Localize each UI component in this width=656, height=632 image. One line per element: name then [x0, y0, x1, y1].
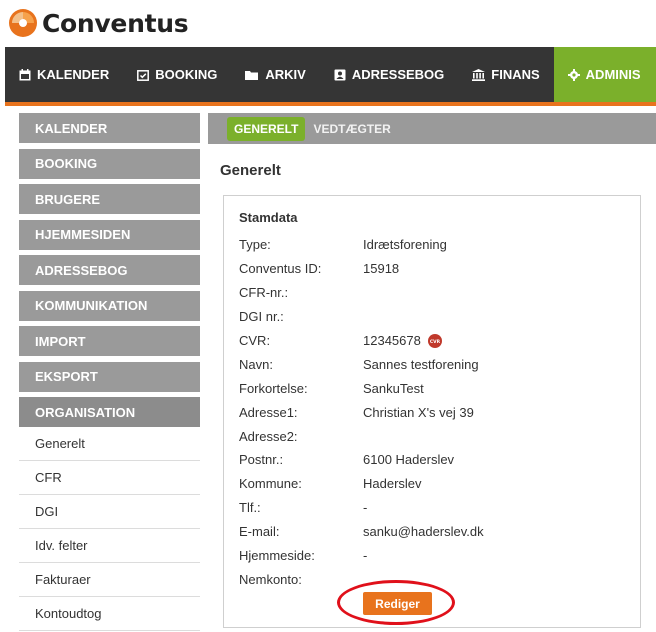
nav-arkiv[interactable]: ARKIV	[231, 47, 319, 102]
sidebar-item-kalender[interactable]: KALENDER	[19, 113, 200, 143]
nav-accent-bar	[5, 102, 656, 106]
page-title: Generelt	[220, 162, 281, 179]
nav-administration-label: ADMINIS	[585, 67, 641, 82]
field-label: Conventus ID:	[239, 261, 322, 277]
sidebar-item-booking[interactable]: BOOKING	[19, 148, 200, 179]
field-label: DGI nr.:	[239, 309, 284, 325]
field-label: Adresse2:	[239, 428, 298, 444]
top-navigation: KALENDER BOOKING ARKIV ADRESSEBOG FINANS…	[5, 47, 656, 102]
nav-finans-label: FINANS	[491, 67, 540, 82]
sidebar-subitem-cfr[interactable]: CFR	[19, 461, 200, 495]
field-row-navn: Navn: Sannes testforening	[239, 352, 629, 376]
sidebar-item-adressebog[interactable]: ADRESSEBOG	[19, 255, 200, 285]
field-row-adresse1: Adresse1: Christian X's vej 39	[239, 400, 629, 424]
field-label: Hjemmeside:	[239, 548, 315, 564]
field-label: Type:	[239, 237, 271, 253]
field-row-kommune: Kommune: Haderslev	[239, 472, 629, 496]
field-label: E-mail:	[239, 524, 280, 540]
gear-icon	[567, 68, 580, 81]
cvr-lookup-icon[interactable]: CVR	[427, 333, 442, 348]
field-label: Tlf.:	[239, 500, 261, 516]
nav-arkiv-label: ARKIV	[265, 67, 306, 82]
sidebar-item-kommunikation[interactable]: KOMMUNIKATION	[19, 290, 200, 321]
tab-vedtaegter[interactable]: VEDTÆGTER	[313, 122, 390, 136]
nav-administration[interactable]: ADMINIS	[553, 47, 656, 102]
field-row-forkortelse: Forkortelse: SankuTest	[239, 376, 629, 400]
bank-icon	[472, 68, 486, 81]
nav-booking[interactable]: BOOKING	[123, 47, 231, 102]
highlight-annotation	[337, 580, 455, 625]
calendar-check-icon	[137, 69, 150, 81]
field-label: CVR:	[239, 333, 271, 348]
nav-adressebog[interactable]: ADRESSEBOG	[320, 47, 458, 102]
conventus-logo-mark-icon	[8, 8, 38, 38]
field-label: Kommune:	[239, 476, 302, 492]
field-label: Navn:	[239, 356, 273, 372]
field-label: Adresse1:	[239, 404, 298, 420]
field-row-type: Type: Idrætsforening	[239, 233, 629, 257]
stamdata-rows: Type: Idrætsforening Conventus ID: 15918 C…	[239, 233, 629, 591]
sidebar-subitem-fakturaer[interactable]: Fakturaer	[19, 563, 200, 597]
nav-kalender[interactable]: KALENDER	[5, 47, 123, 102]
folder-icon	[245, 69, 259, 81]
sidebar-item-hjemmesiden[interactable]: HJEMMESIDEN	[19, 219, 200, 250]
sidebar-item-brugere[interactable]: BRUGERE	[19, 184, 200, 214]
nav-booking-label: BOOKING	[155, 67, 218, 82]
stamdata-panel: Stamdata Type: Idrætsforening Conventus I…	[223, 195, 641, 628]
field-value-wrap: 12345678 CVR	[363, 333, 442, 348]
stamdata-title: Stamdata	[239, 210, 298, 225]
conventus-logo[interactable]: Conventus	[8, 6, 189, 40]
field-label: Nemkonto:	[239, 571, 302, 587]
field-label: Forkortelse:	[239, 380, 308, 396]
tab-generelt[interactable]: GENERELT	[227, 116, 306, 141]
field-row-cvr: CVR: 12345678 CVR	[239, 329, 629, 353]
field-row-dgi: DGI nr.:	[239, 305, 629, 329]
field-value: Idrætsforening	[363, 237, 447, 253]
sidebar-item-organisation[interactable]: ORGANISATION	[19, 397, 200, 427]
field-value: Christian X's vej 39	[363, 404, 474, 420]
field-value: Sannes testforening	[363, 356, 479, 372]
sidebar-subitem-dgi[interactable]: DGI	[19, 495, 200, 529]
field-value: 6100 Haderslev	[363, 452, 455, 468]
field-value: 12345678	[363, 333, 421, 348]
address-book-icon	[334, 69, 346, 81]
sidebar: KALENDER BOOKING BRUGERE HJEMMESIDEN ADR…	[19, 113, 200, 631]
sub-tabs: GENERELT VEDTÆGTER	[208, 113, 656, 144]
sidebar-item-eksport[interactable]: EKSPORT	[19, 361, 200, 392]
field-value: -	[363, 548, 368, 564]
field-value: 15918	[363, 261, 400, 277]
field-value: -	[363, 500, 368, 516]
field-row-hjemmeside: Hjemmeside: -	[239, 544, 629, 568]
nav-finans[interactable]: FINANS	[458, 47, 553, 102]
sidebar-item-import[interactable]: IMPORT	[19, 326, 200, 356]
field-label: Postnr.:	[239, 452, 284, 468]
field-row-postnr: Postnr.: 6100 Haderslev	[239, 448, 629, 472]
field-value: SankuTest	[363, 380, 424, 396]
brand-name: Conventus	[42, 8, 189, 38]
field-row-conventus-id: Conventus ID: 15918	[239, 257, 629, 281]
field-value: Haderslev	[363, 476, 422, 492]
field-row-tlf: Tlf.: -	[239, 496, 629, 520]
sidebar-subitem-generelt[interactable]: Generelt	[19, 427, 200, 461]
nav-kalender-label: KALENDER	[37, 67, 110, 82]
sidebar-subitem-kontoudtog[interactable]: Kontoudtog	[19, 597, 200, 631]
field-row-email: E-mail: sanku@haderslev.dk	[239, 520, 629, 544]
field-row-adresse2: Adresse2:	[239, 424, 629, 448]
nav-adressebog-label: ADRESSEBOG	[351, 67, 445, 82]
sidebar-subitem-idv-felter[interactable]: Idv. felter	[19, 529, 200, 563]
field-row-cfr: CFR-nr.:	[239, 281, 629, 305]
field-label: CFR-nr.:	[239, 285, 289, 301]
cvr-badge-text: CVR	[430, 339, 441, 345]
calendar-icon	[19, 68, 31, 81]
field-value: sanku@haderslev.dk	[363, 524, 484, 540]
